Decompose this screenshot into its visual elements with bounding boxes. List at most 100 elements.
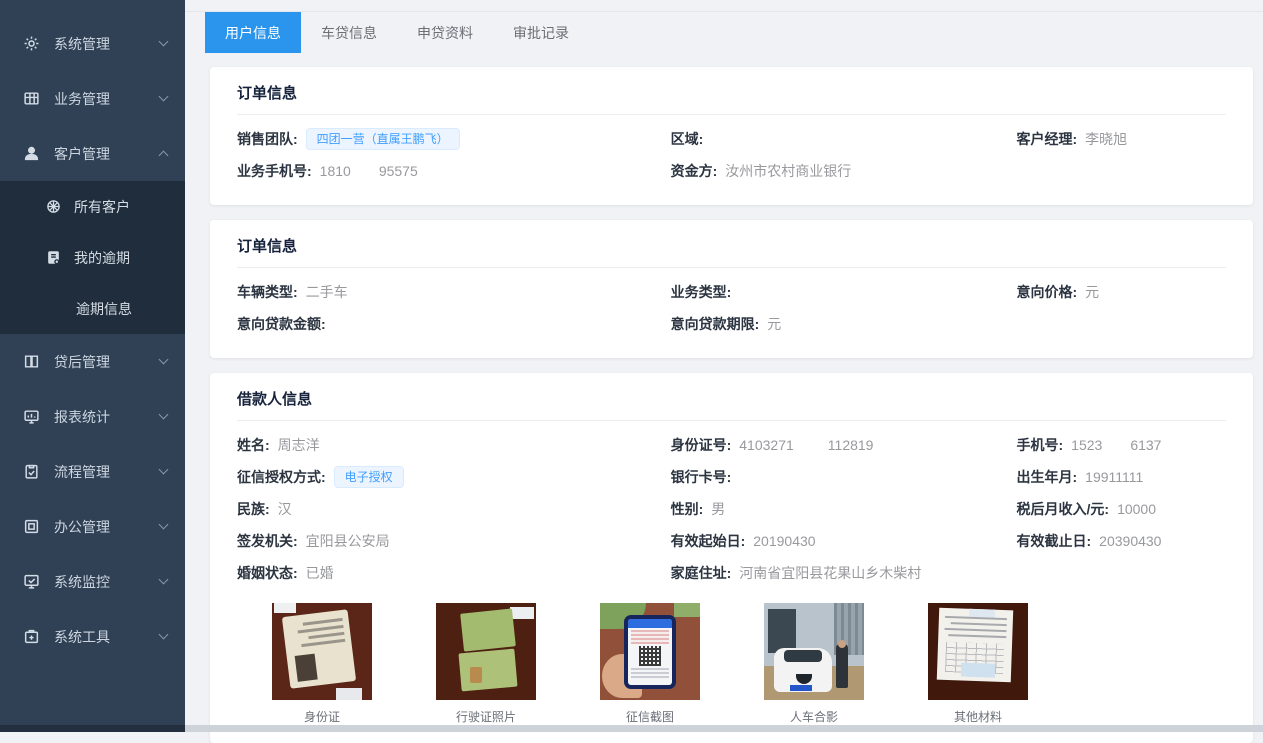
- field-birth: 出生年月: 19911111: [1017, 467, 1227, 487]
- paper-scrap: [274, 603, 296, 613]
- chevron-down-icon: [159, 520, 169, 530]
- field-label: 有效截止日:: [1017, 531, 1092, 551]
- sidebar-item-label: 办公管理: [54, 517, 160, 537]
- tab-approval-records[interactable]: 审批记录: [493, 12, 589, 53]
- field-label: 性别:: [671, 499, 704, 519]
- car-shape: [774, 648, 832, 692]
- grille-shape: [796, 674, 812, 684]
- chevron-down-icon: [159, 575, 169, 585]
- field-value: 河南省宜阳县花果山乡木柴村: [739, 563, 921, 583]
- qr-code: [639, 646, 661, 666]
- document-photos: 身份证 行驶证照片: [272, 603, 1226, 725]
- field-value: 19911111: [1085, 469, 1143, 485]
- field-label: 有效起始日:: [671, 531, 746, 551]
- field-business-phone: 业务手机号: 181095575: [237, 161, 671, 181]
- field-label: 区域:: [671, 129, 704, 149]
- photo-item: 人车合影: [764, 603, 864, 725]
- credit-auth-tag[interactable]: 电子授权: [334, 466, 404, 488]
- chevron-down-icon: [159, 37, 169, 47]
- order-info-card-2: 订单信息 车辆类型: 二手车 业务类型: 意向价格: 元: [210, 220, 1253, 358]
- field-label: 业务类型:: [671, 282, 732, 302]
- id-card-shape: [282, 609, 356, 689]
- sidebar-item-system-management[interactable]: 系统管理: [0, 16, 185, 71]
- redacted-segment: [351, 166, 379, 176]
- person-with-car-photo-thumbnail[interactable]: [764, 603, 864, 700]
- handwritten-document-photo-thumbnail[interactable]: [928, 603, 1028, 700]
- field-valid-to: 有效截止日: 20390430: [1017, 531, 1227, 551]
- field-sales-team: 销售团队: 四团一营（直属王鹏飞）: [237, 128, 671, 150]
- phone-qr-code-photo-thumbnail[interactable]: [600, 603, 700, 700]
- field-value: 4103271112819: [739, 437, 873, 453]
- id-card-photo-thumbnail[interactable]: [272, 603, 372, 700]
- field-business-type: 业务类型:: [671, 282, 1017, 302]
- sidebar-item-label: 系统监控: [54, 572, 160, 592]
- tab-user-info[interactable]: 用户信息: [205, 12, 301, 53]
- tab-loan-application-docs[interactable]: 申贷资料: [397, 12, 493, 53]
- grid-icon: [22, 90, 40, 108]
- field-issuer: 签发机关: 宜阳县公安局: [237, 531, 671, 551]
- field-marital-status: 婚姻状态: 已婚: [237, 563, 671, 583]
- field-value: 周志洋: [278, 435, 320, 455]
- sidebar-item-label: 报表统计: [54, 407, 160, 427]
- field-label: 银行卡号:: [671, 467, 732, 487]
- chevron-up-icon: [159, 151, 169, 161]
- paper-sheet: [937, 608, 1013, 683]
- field-value: 181095575: [320, 163, 418, 179]
- toolbox-icon: [22, 628, 40, 646]
- windshield-shape: [784, 650, 822, 662]
- sidebar-item-business-management[interactable]: 业务管理: [0, 71, 185, 126]
- paper-scrap: [336, 688, 362, 700]
- field-label: 客户经理:: [1017, 129, 1078, 149]
- booklet-page: [460, 608, 516, 651]
- borrower-info-card: 借款人信息 姓名: 周志洋 身份证号: 4103271112819 手机号: 1…: [210, 373, 1253, 743]
- green-booklet-photo-thumbnail[interactable]: [436, 603, 536, 700]
- sidebar-item-label: 我的逾期: [74, 248, 167, 268]
- text-block: [631, 630, 669, 644]
- tab-car-loan-info[interactable]: 车贷信息: [301, 12, 397, 53]
- field-value: 二手车: [306, 282, 348, 302]
- field-value: 已婚: [306, 563, 334, 583]
- field-value: 李晓旭: [1085, 129, 1127, 149]
- sidebar-item-customer-management[interactable]: 客户管理: [0, 126, 185, 181]
- field-label: 征信授权方式:: [237, 467, 326, 487]
- sales-team-tag[interactable]: 四团一营（直属王鹏飞）: [306, 128, 460, 150]
- sidebar-item-my-overdue[interactable]: 我的逾期: [0, 232, 185, 283]
- sidebar-item-label: 贷后管理: [54, 352, 160, 372]
- sidebar-item-system-monitor[interactable]: 系统监控: [0, 554, 185, 609]
- sidebar-item-overdue-info[interactable]: 逾期信息: [0, 283, 185, 334]
- sidebar-item-system-tools[interactable]: 系统工具: [0, 609, 185, 664]
- field-income: 税后月收入/元: 10000: [1017, 499, 1227, 519]
- field-label: 业务手机号:: [237, 161, 312, 181]
- license-plate: [790, 685, 812, 691]
- card-title: 订单信息: [237, 235, 1226, 268]
- sidebar-item-label: 系统工具: [54, 627, 160, 647]
- field-bank-card: 银行卡号:: [671, 467, 1017, 487]
- field-name: 姓名: 周志洋: [237, 435, 671, 455]
- field-label: 资金方:: [671, 161, 718, 181]
- field-label: 民族:: [237, 499, 270, 519]
- field-label: 税后月收入/元:: [1017, 499, 1110, 519]
- field-label: 销售团队:: [237, 129, 298, 149]
- photo-caption: 其他材料: [928, 708, 1028, 725]
- field-account-manager: 客户经理: 李晓旭: [1017, 129, 1227, 149]
- card-title: 订单信息: [237, 82, 1226, 115]
- notebook-icon: [44, 249, 62, 267]
- sidebar: 系统管理 业务管理 客户管理 所有客户: [0, 0, 185, 725]
- field-valid-from: 有效起始日: 20190430: [671, 531, 1017, 551]
- horizontal-scrollbar[interactable]: [185, 725, 1263, 732]
- photo-item: 其他材料: [928, 603, 1028, 725]
- sidebar-item-all-customers[interactable]: 所有客户: [0, 181, 185, 232]
- gear-icon: [22, 35, 40, 53]
- field-value: 汝州市农村商业银行: [725, 161, 851, 181]
- card-title: 借款人信息: [237, 388, 1226, 421]
- billboard-shape: [768, 609, 796, 653]
- sidebar-item-office-management[interactable]: 办公管理: [0, 499, 185, 554]
- field-label: 婚姻状态:: [237, 563, 298, 583]
- sidebar-item-process-management[interactable]: 流程管理: [0, 444, 185, 499]
- sidebar-item-report-statistics[interactable]: 报表统计: [0, 389, 185, 444]
- sidebar-item-post-loan-management[interactable]: 贷后管理: [0, 334, 185, 389]
- field-label: 身份证号:: [671, 435, 732, 455]
- field-label: 签发机关:: [237, 531, 298, 551]
- booklet-page: [458, 649, 517, 692]
- booklet-stamp: [470, 667, 482, 683]
